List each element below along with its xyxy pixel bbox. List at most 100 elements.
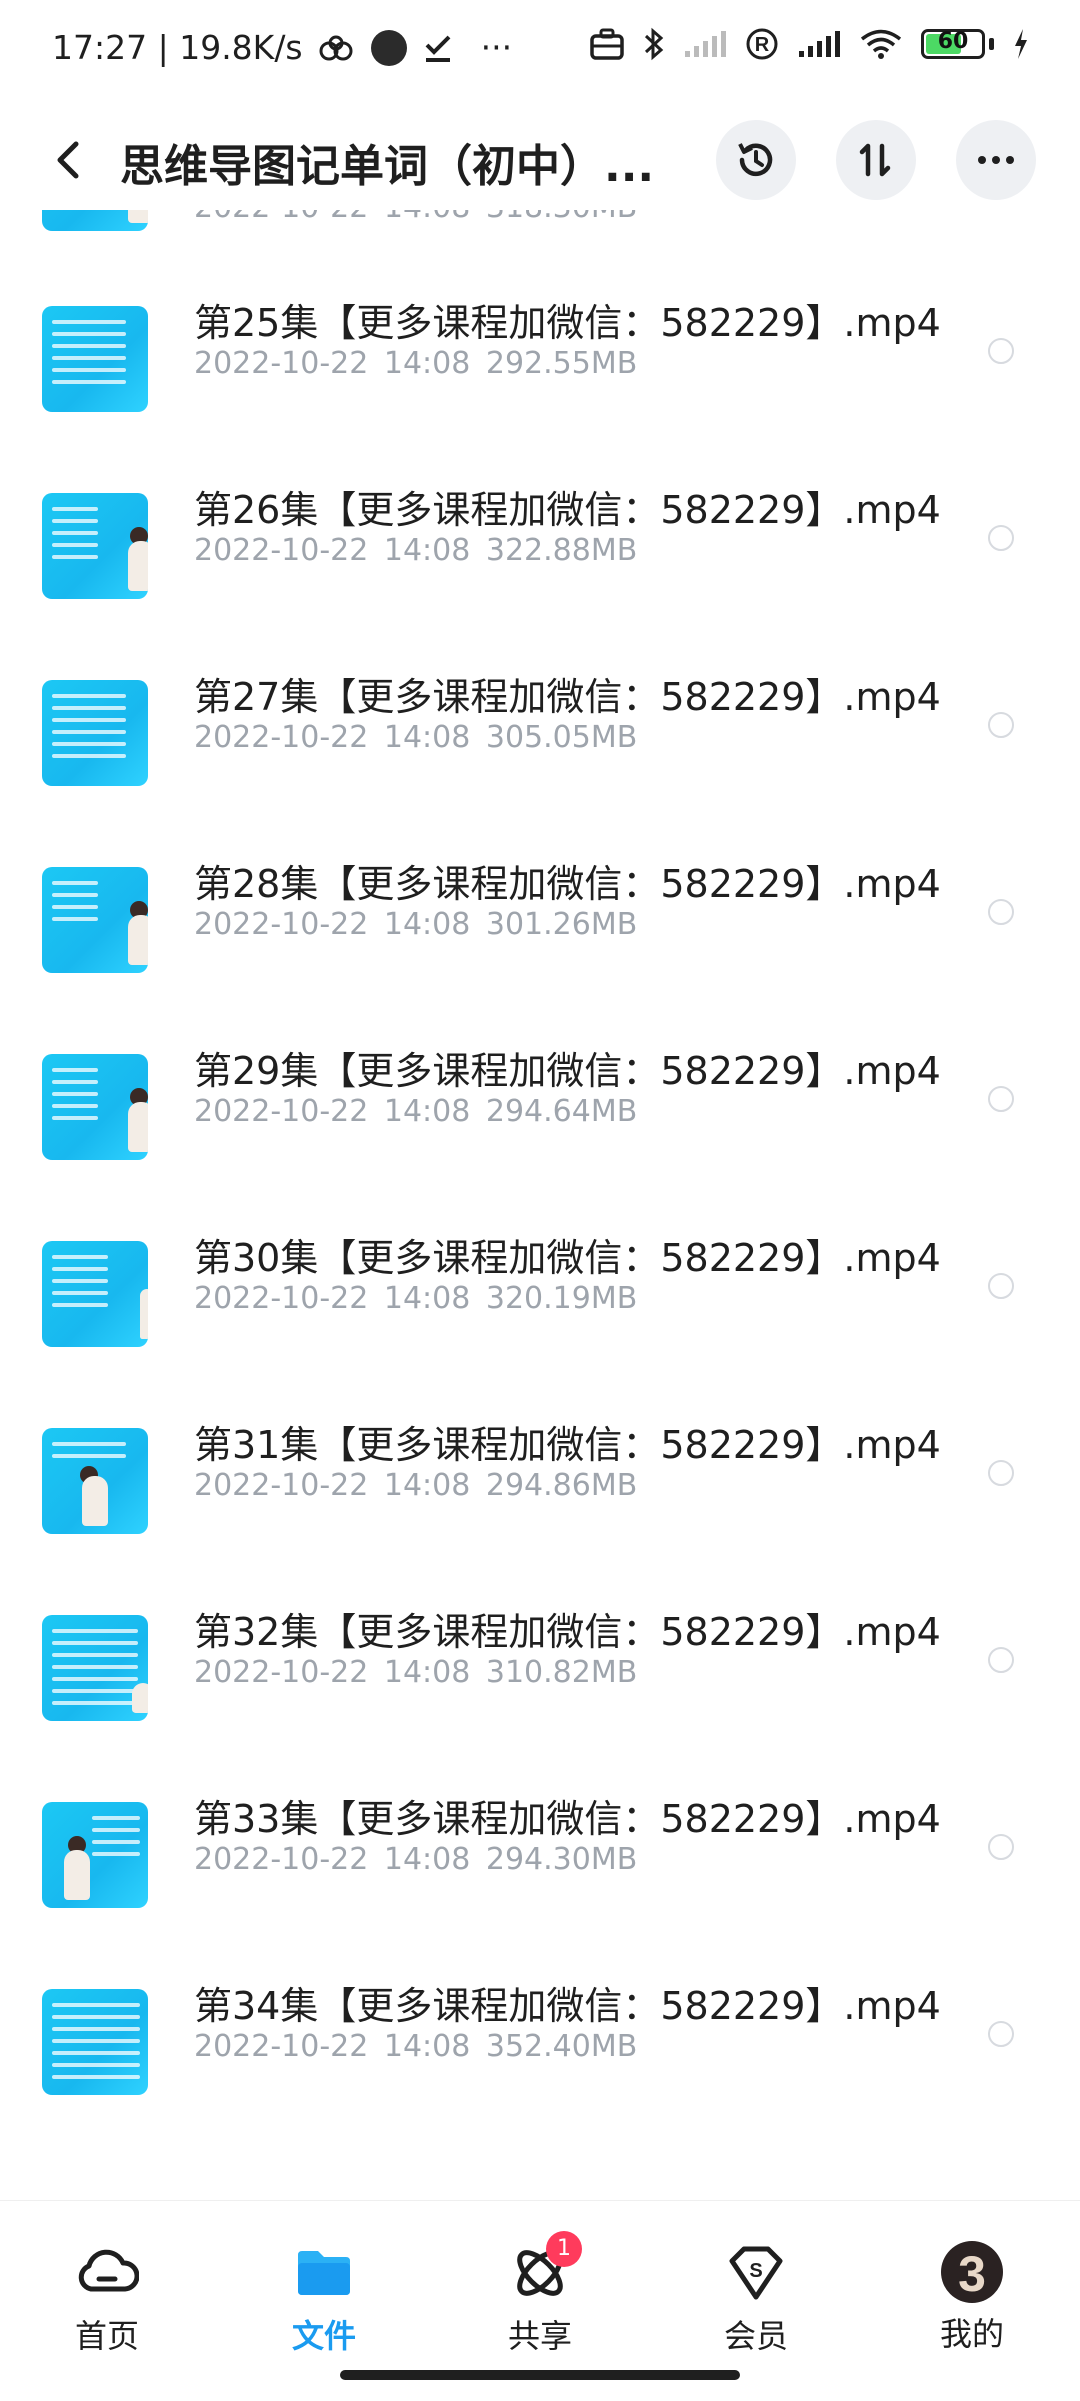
back-button[interactable] (40, 130, 100, 190)
thumb-person (82, 1476, 108, 1526)
battery-cap (989, 38, 994, 50)
video-thumbnail (42, 1989, 148, 2095)
nav-home[interactable]: 首页 (47, 2241, 167, 2357)
select-radio[interactable] (988, 338, 1014, 364)
sort-button[interactable] (836, 120, 916, 200)
status-right: R 60 (589, 26, 1030, 62)
select-radio[interactable] (988, 525, 1014, 551)
video-thumbnail (42, 867, 148, 973)
briefcase-icon (590, 28, 624, 60)
download-check-icon (425, 35, 451, 62)
video-thumbnail (42, 680, 148, 786)
thumb-text-lines (52, 881, 98, 929)
nav-mine-label: 我的 (939, 2315, 1004, 2353)
file-name: 第31集【更多课程加微信：582229】.mp4 (194, 1423, 941, 1467)
thumb-person (128, 541, 148, 591)
file-row[interactable]: 2022-10-22 14:08 318.30MB (0, 210, 1080, 272)
file-row[interactable]: 第27集【更多课程加微信：582229】.mp4 2022-10-22 14:0… (0, 646, 1080, 833)
file-name: 第26集【更多课程加微信：582229】.mp4 (194, 488, 941, 532)
cloud-home-icon (75, 2241, 140, 2305)
file-row[interactable]: 第32集【更多课程加微信：582229】.mp4 2022-10-22 14:0… (0, 1581, 1080, 1768)
file-meta: 2022-10-22 14:08 352.40MB (194, 2029, 638, 2064)
thumb-text-lines (52, 694, 126, 766)
video-thumbnail (42, 1054, 148, 1160)
select-radio[interactable] (988, 712, 1014, 738)
bluetooth-icon (644, 27, 664, 61)
roaming-r-icon: R (746, 28, 778, 60)
nav-vip[interactable]: S 会员 (696, 2241, 816, 2357)
video-thumbnail (42, 1802, 148, 1908)
thumb-text-lines (52, 2003, 140, 2087)
video-thumbnail (42, 1241, 148, 1347)
select-radio[interactable] (988, 1273, 1014, 1299)
nav-files[interactable]: 文件 (264, 2241, 384, 2357)
thumb-person (128, 915, 148, 965)
thumb-text-lines (52, 320, 126, 392)
thumb-text-lines (52, 1068, 98, 1128)
chevron-left-icon (57, 141, 79, 179)
file-name: 第33集【更多课程加微信：582229】.mp4 (194, 1797, 941, 1841)
thumb-person (128, 210, 148, 223)
record-dot-icon (370, 29, 407, 66)
vip-diamond-icon: S (724, 2241, 788, 2305)
share-badge: 1 (546, 2231, 582, 2267)
select-radio[interactable] (988, 1086, 1014, 1112)
svg-text:R: R (755, 34, 770, 56)
more-icon (978, 156, 1014, 164)
file-row[interactable]: 第28集【更多课程加微信：582229】.mp4 2022-10-22 14:0… (0, 833, 1080, 1020)
file-name: 第25集【更多课程加微信：582229】.mp4 (194, 301, 941, 345)
file-row[interactable]: 第26集【更多课程加微信：582229】.mp4 2022-10-22 14:0… (0, 459, 1080, 646)
thumb-text-lines (52, 1255, 108, 1315)
history-button[interactable] (716, 120, 796, 200)
battery-icon: 60 (921, 29, 985, 59)
file-meta: 2022-10-22 14:08 310.82MB (194, 1655, 638, 1690)
video-thumbnail (42, 306, 148, 412)
file-row[interactable]: 第33集【更多课程加微信：582229】.mp4 2022-10-22 14:0… (0, 1768, 1080, 1955)
file-meta: 2022-10-22 14:08 292.55MB (194, 346, 638, 381)
file-row[interactable]: 第30集【更多课程加微信：582229】.mp4 2022-10-22 14:0… (0, 1207, 1080, 1394)
file-name: 第29集【更多课程加微信：582229】.mp4 (194, 1049, 941, 1093)
select-radio[interactable] (988, 2021, 1014, 2047)
home-indicator[interactable] (340, 2370, 740, 2380)
select-radio[interactable] (988, 899, 1014, 925)
file-meta: 2022-10-22 14:08 301.26MB (194, 907, 638, 942)
nav-share[interactable]: 1 共享 (480, 2231, 600, 2357)
thumb-person (132, 1683, 148, 1713)
file-row[interactable]: 第34集【更多课程加微信：582229】.mp4 2022-10-22 14:0… (0, 1955, 1080, 2142)
cloud-link-icon (319, 35, 353, 60)
charging-bolt-icon (1015, 29, 1027, 59)
thumb-text-lines (52, 1442, 126, 1466)
thumb-text-lines (92, 1816, 140, 1864)
video-thumbnail (42, 493, 148, 599)
battery-text: 60 (937, 29, 969, 54)
select-radio[interactable] (988, 1647, 1014, 1673)
file-meta: 2022-10-22 14:08 322.88MB (194, 533, 638, 568)
select-radio[interactable] (988, 1460, 1014, 1486)
file-row[interactable]: 第31集【更多课程加微信：582229】.mp4 2022-10-22 14:0… (0, 1394, 1080, 1581)
thumb-text-lines (52, 1629, 138, 1713)
file-row[interactable]: 第29集【更多课程加微信：582229】.mp4 2022-10-22 14:0… (0, 1020, 1080, 1207)
more-button[interactable] (956, 120, 1036, 200)
svg-text:S: S (749, 2260, 762, 2282)
nav-mine[interactable]: 3 我的 (912, 2241, 1032, 2355)
thumb-person (140, 1289, 148, 1339)
nav-vip-label: 会员 (723, 2317, 788, 2355)
video-thumbnail (42, 1428, 148, 1534)
nav-home-label: 首页 (74, 2317, 139, 2355)
thumb-text-lines (52, 507, 98, 567)
file-name: 第30集【更多课程加微信：582229】.mp4 (194, 1236, 941, 1280)
nav-share-label: 共享 (507, 2317, 572, 2355)
thumb-person (64, 1850, 90, 1900)
video-thumbnail (42, 1615, 148, 1721)
video-thumbnail (42, 210, 148, 231)
select-radio[interactable] (988, 1834, 1014, 1860)
sort-icon (859, 143, 891, 177)
file-meta: 2022-10-22 14:08 294.86MB (194, 1468, 638, 1503)
top-bar: 思维导图记单词（初中）... (0, 110, 1080, 210)
file-meta: 2022-10-22 14:08 305.05MB (194, 720, 638, 755)
nav-files-label: 文件 (291, 2317, 356, 2355)
status-more: ··· (480, 28, 513, 67)
file-row[interactable]: 第25集【更多课程加微信：582229】.mp4 2022-10-22 14:0… (0, 272, 1080, 459)
avatar-text: 3 (958, 2246, 986, 2302)
folder-icon (292, 2241, 356, 2305)
